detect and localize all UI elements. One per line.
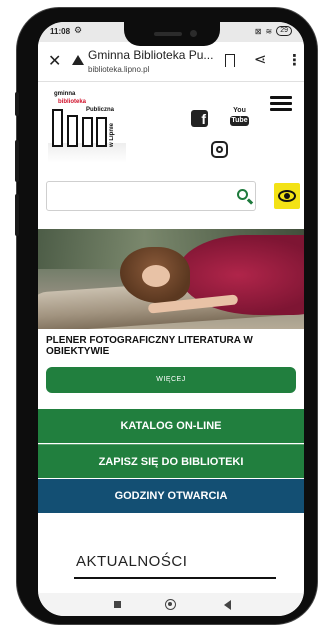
bookmark-icon[interactable]: [225, 54, 235, 67]
logo-text-publiczna: Publiczna: [86, 107, 115, 113]
home-icon[interactable]: [165, 599, 176, 610]
share-icon[interactable]: ⋖: [254, 50, 267, 68]
logo-bar-1: [52, 109, 63, 147]
web-page: gminna biblioteka Publiczna w Lipnie f Y…: [38, 83, 304, 593]
status-icons: ⊠ ≋ 29: [255, 26, 292, 36]
wifi-icon: ≋: [265, 26, 273, 36]
feature-headline[interactable]: PLENER FOTOGRAFICZNY LITERATURA W OBIEKT…: [46, 335, 296, 357]
logo-bar-2: [67, 115, 78, 147]
phone-volume-up: [15, 140, 19, 182]
menu-line: [270, 102, 292, 105]
catalog-online-button[interactable]: KATALOG ON-LINE: [38, 409, 304, 443]
logo-text-biblioteka: biblioteka: [58, 99, 87, 105]
front-camera: [190, 30, 197, 37]
instagram-icon[interactable]: [211, 141, 228, 158]
youtube-text-you: You: [233, 107, 246, 114]
more-icon[interactable]: ⋮: [287, 51, 302, 69]
menu-line: [270, 108, 292, 111]
facebook-icon[interactable]: f: [191, 110, 208, 127]
recent-apps-icon[interactable]: [114, 601, 121, 608]
phone-side-button: [15, 92, 19, 116]
search-input[interactable]: [51, 186, 227, 206]
phone-screen: 11:08 ⚙ ⊠ ≋ 29 ✕ Gminna Biblioteka Pu...…: [38, 22, 304, 616]
logo-bar-3: [82, 117, 93, 147]
phone-volume-down: [15, 194, 19, 236]
feature-image[interactable]: [38, 229, 304, 329]
more-button[interactable]: WIĘCEJ: [46, 367, 296, 393]
earpiece: [154, 32, 182, 36]
camera-notch: [124, 22, 220, 46]
search-box: [46, 181, 256, 211]
image-face: [142, 265, 170, 287]
logo-text-w-lipnie: w Lipnie: [109, 123, 115, 147]
logo-text-gminna: gminna: [54, 91, 76, 97]
library-logo[interactable]: gminna biblioteka Publiczna w Lipnie: [46, 87, 128, 163]
youtube-icon[interactable]: You Tube: [230, 107, 249, 128]
page-title[interactable]: Gminna Biblioteka Pu...: [88, 48, 213, 62]
news-divider: [74, 577, 276, 579]
menu-line: [270, 96, 292, 99]
browser-toolbar: ✕ Gminna Biblioteka Pu... biblioteka.lip…: [38, 42, 304, 82]
youtube-text-tube: Tube: [230, 116, 249, 126]
back-icon[interactable]: [224, 600, 231, 610]
accessibility-eye-button[interactable]: [274, 183, 300, 209]
status-time: 11:08: [50, 27, 71, 36]
news-section-title: AKTUALNOŚCI: [76, 553, 188, 570]
settings-status-icon: ⚙: [74, 25, 83, 35]
logo-bar-4: [96, 117, 107, 147]
eye-pupil: [284, 193, 290, 199]
page-domain[interactable]: biblioteka.lipno.pl: [88, 65, 149, 74]
register-button[interactable]: ZAPISZ SIĘ DO BIBLIOTEKI: [38, 444, 304, 478]
warning-icon[interactable]: [72, 55, 84, 65]
hamburger-menu-icon[interactable]: [270, 96, 292, 111]
search-icon[interactable]: [237, 189, 248, 200]
close-icon[interactable]: ✕: [48, 51, 61, 71]
android-nav-bar: [38, 593, 304, 616]
alarm-icon: ⊠: [254, 26, 262, 36]
battery-icon: 29: [276, 26, 292, 36]
opening-hours-button[interactable]: GODZINY OTWARCIA: [38, 479, 304, 513]
